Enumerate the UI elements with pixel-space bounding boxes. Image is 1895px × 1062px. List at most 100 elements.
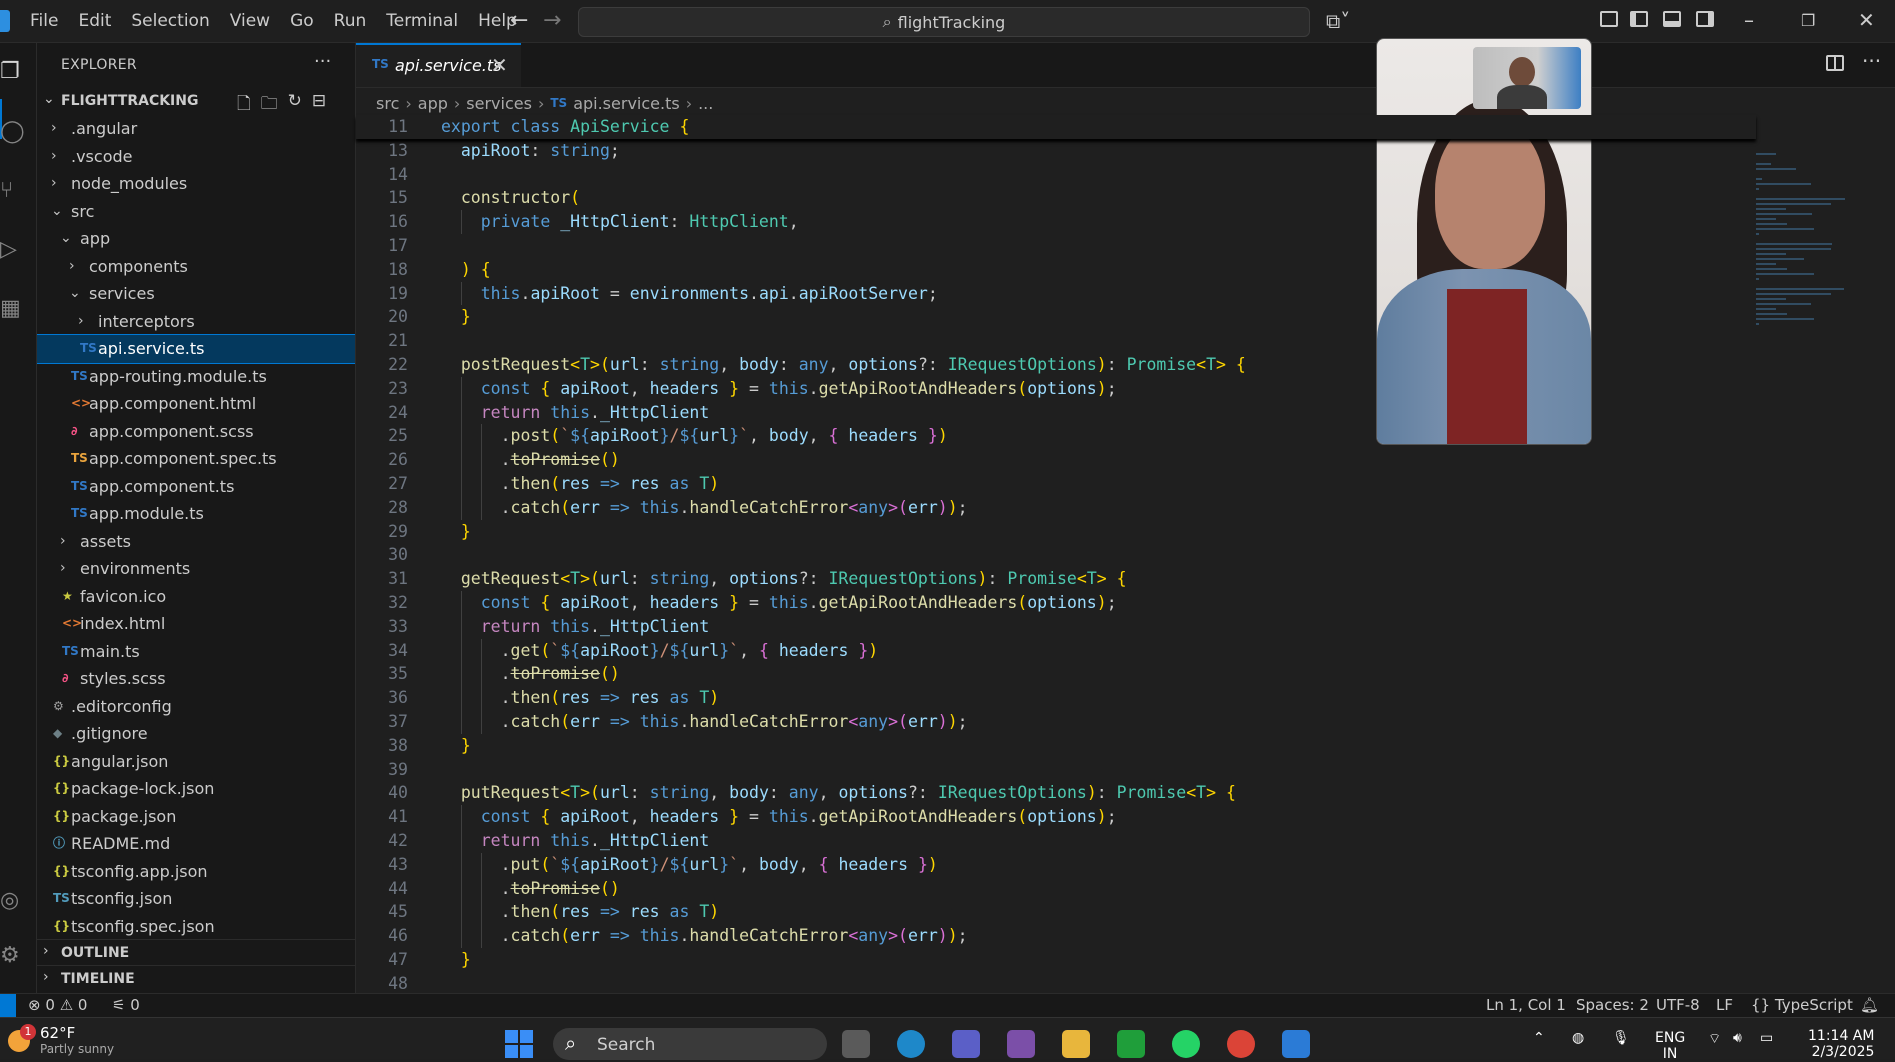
folder-item[interactable]: › environments xyxy=(37,555,355,583)
back-arrow-icon[interactable]: ← xyxy=(510,8,528,33)
microphone-muted-icon[interactable]: 🎙︎ xyxy=(1612,1030,1630,1046)
start-button[interactable] xyxy=(505,1030,533,1058)
wifi-icon[interactable]: ⌔ xyxy=(1708,1030,1721,1048)
outline-section[interactable]: › OUTLINE xyxy=(37,939,355,966)
menu-selection[interactable]: Selection xyxy=(121,11,219,31)
run-debug-icon[interactable]: ▷ xyxy=(0,237,24,262)
remote-indicator-icon[interactable] xyxy=(0,994,16,1018)
whatsapp-icon[interactable] xyxy=(1172,1030,1200,1058)
menu-file[interactable]: File xyxy=(20,11,68,31)
code-line[interactable]: 45 .then(res => res as T) xyxy=(356,900,1756,925)
language-mode[interactable]: {} TypeScript xyxy=(1751,996,1853,1014)
forward-arrow-icon[interactable]: → xyxy=(543,8,561,33)
file-item[interactable]: ◆ .gitignore xyxy=(37,720,355,748)
code-line[interactable]: 33 return this._HttpClient xyxy=(356,614,1756,639)
code-line[interactable]: 32 const { apiRoot, headers } = this.get… xyxy=(356,590,1756,615)
file-item[interactable]: TS app.component.ts xyxy=(37,473,355,501)
more-actions-icon[interactable]: ··· xyxy=(314,51,331,72)
folder-item[interactable]: › node_modules xyxy=(37,170,355,198)
file-item[interactable]: {} package-lock.json xyxy=(37,775,355,803)
code-line[interactable]: 35 .toPromise() xyxy=(356,662,1756,687)
folder-item[interactable]: › assets xyxy=(37,528,355,556)
task-view-icon[interactable] xyxy=(842,1030,870,1058)
menu-edit[interactable]: Edit xyxy=(68,11,121,31)
customize-layout-icon[interactable] xyxy=(1600,11,1618,27)
menu-go[interactable]: Go xyxy=(280,11,324,31)
settings-gear-icon[interactable]: ⚙ xyxy=(0,943,24,968)
folder-item[interactable]: › components xyxy=(37,253,355,281)
code-line[interactable]: 36 .then(res => res as T) xyxy=(356,686,1756,710)
edge-browser-icon[interactable] xyxy=(897,1030,925,1058)
code-line[interactable]: 47 } xyxy=(356,948,1756,972)
workspace-root[interactable]: ⌄ FLIGHTTRACKING 🗋 🗀 ↻ ⊟ xyxy=(37,89,355,115)
code-line[interactable]: 29 } xyxy=(356,520,1756,544)
app-icon[interactable] xyxy=(1007,1030,1035,1058)
source-control-icon[interactable]: ⑂ xyxy=(0,178,24,203)
copilot-icon[interactable]: ⧉˅ xyxy=(1326,9,1350,33)
code-line[interactable]: 43 .put(`${apiRoot}/${url}`, body, { hea… xyxy=(356,852,1756,877)
code-line[interactable]: 48 xyxy=(356,972,1756,996)
timeline-section[interactable]: › TIMELINE xyxy=(37,965,355,992)
code-line[interactable]: 34 .get(`${apiRoot}/${url}`, { headers }… xyxy=(356,638,1756,663)
language-indicator[interactable]: ENG IN xyxy=(1655,1030,1685,1062)
xbox-icon[interactable] xyxy=(1117,1030,1145,1058)
code-line[interactable]: 31 getRequest<T>(url: string, options?: … xyxy=(356,567,1756,591)
vscode-taskbar-icon[interactable] xyxy=(1282,1030,1310,1058)
file-item[interactable]: TS app.module.ts xyxy=(37,500,355,528)
file-item[interactable]: {} tsconfig.spec.json xyxy=(37,913,355,941)
toggle-primary-sidebar-icon[interactable] xyxy=(1630,11,1648,27)
system-clock[interactable]: 11:14 AM 2/3/2025 xyxy=(1808,1028,1874,1060)
more-actions-icon[interactable]: ··· xyxy=(1862,49,1881,73)
file-item[interactable]: TS tsconfig.json xyxy=(37,885,355,913)
sticky-scroll-line[interactable]: 11 export class ApiService { xyxy=(356,115,1756,139)
weather-widget[interactable]: 1 62°F Partly sunny xyxy=(6,1022,126,1056)
folder-item[interactable]: › .angular xyxy=(37,115,355,143)
file-item[interactable]: ∂ styles.scss xyxy=(37,665,355,693)
code-line[interactable]: 27 .then(res => res as T) xyxy=(356,471,1756,496)
chrome-icon[interactable] xyxy=(1227,1030,1255,1058)
file-item[interactable]: ⓘ README.md xyxy=(37,830,355,858)
toggle-panel-icon[interactable] xyxy=(1663,11,1681,27)
folder-item[interactable]: › .vscode xyxy=(37,143,355,171)
show-hidden-icons-icon[interactable]: ⌃ xyxy=(1533,1030,1545,1046)
battery-icon[interactable]: ▭ xyxy=(1760,1030,1773,1046)
folder-item[interactable]: ⌄ src xyxy=(37,198,355,226)
network-status-icon[interactable]: ◍ xyxy=(1572,1030,1584,1046)
file-explorer-icon[interactable] xyxy=(1062,1030,1090,1058)
menu-view[interactable]: View xyxy=(220,11,280,31)
encoding[interactable]: UTF-8 xyxy=(1656,996,1700,1014)
notifications-bell-icon[interactable]: 🔔︎ xyxy=(1860,996,1879,1014)
code-line[interactable]: 26 .toPromise() xyxy=(356,448,1756,472)
indentation[interactable]: Spaces: 2 xyxy=(1576,996,1649,1014)
breadcrumb-item[interactable]: src xyxy=(376,94,399,113)
teams-icon[interactable] xyxy=(952,1030,980,1058)
file-item[interactable]: {} tsconfig.app.json xyxy=(37,858,355,886)
code-line[interactable]: 46 .catch(err => this.handleCatchError<a… xyxy=(356,924,1756,948)
command-center[interactable]: ⌕ flightTracking xyxy=(578,7,1310,37)
problems-indicator[interactable]: ⊗ 0 ⚠ 0 xyxy=(28,996,87,1014)
account-icon[interactable]: ◎ xyxy=(0,888,24,913)
code-line[interactable]: 30 xyxy=(356,543,1756,567)
files-icon[interactable]: ❐ xyxy=(0,59,24,84)
file-item[interactable]: <> index.html xyxy=(37,610,355,638)
close-tab-icon[interactable]: ✕ xyxy=(491,53,508,77)
end-of-line[interactable]: LF xyxy=(1716,996,1733,1014)
volume-icon[interactable]: 🔊︎ xyxy=(1733,1030,1742,1046)
toggle-secondary-sidebar-icon[interactable] xyxy=(1696,11,1714,27)
extensions-icon[interactable]: ▦ xyxy=(0,296,24,321)
file-item[interactable]: ★ favicon.ico xyxy=(37,583,355,611)
close-window-icon[interactable]: ✕ xyxy=(1858,8,1875,32)
file-item[interactable]: TS app.component.spec.ts xyxy=(37,445,355,473)
breadcrumb-item[interactable]: ... xyxy=(698,94,713,113)
editor-scrollbar[interactable] xyxy=(1878,115,1892,985)
code-line[interactable]: 39 xyxy=(356,758,1756,782)
code-line[interactable]: 28 .catch(err => this.handleCatchError<a… xyxy=(356,495,1756,520)
code-line[interactable]: 38 } xyxy=(356,734,1756,758)
file-item[interactable]: TS app-routing.module.ts xyxy=(37,363,355,391)
maximize-icon[interactable]: ❐ xyxy=(1801,11,1815,30)
video-self-view[interactable] xyxy=(1473,47,1581,109)
menu-run[interactable]: Run xyxy=(324,11,377,31)
cursor-position[interactable]: Ln 1, Col 1 xyxy=(1486,996,1566,1014)
minimap[interactable] xyxy=(1756,153,1866,353)
menu-terminal[interactable]: Terminal xyxy=(376,11,468,31)
